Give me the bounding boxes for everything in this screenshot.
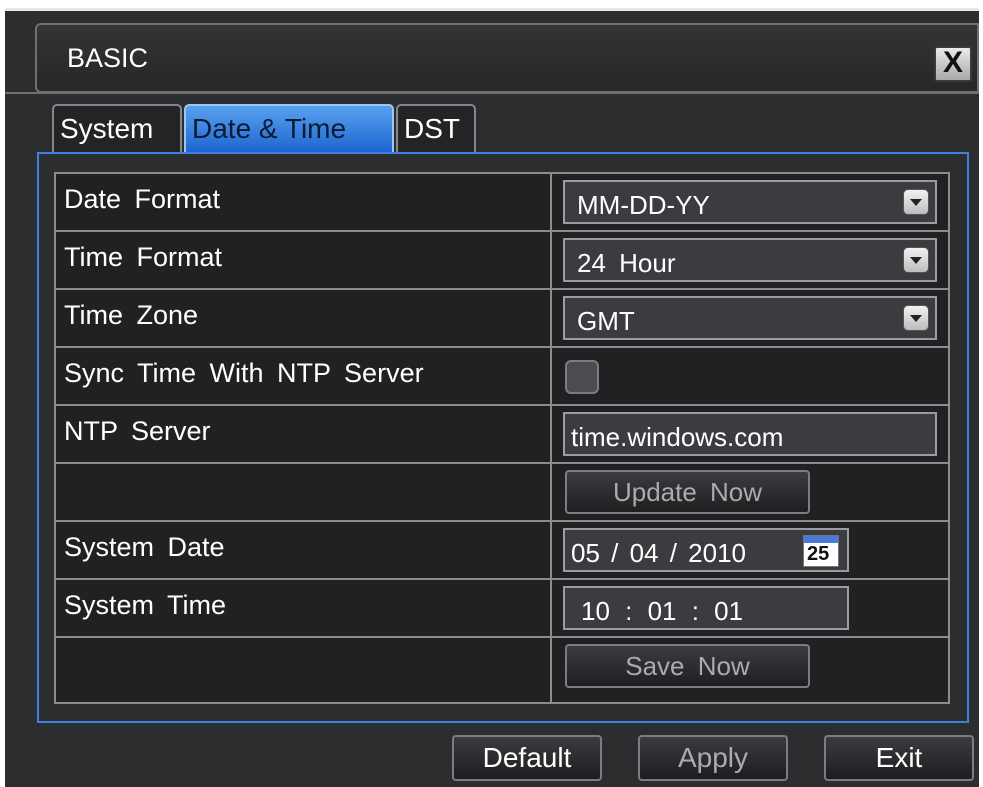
ntp-server-input[interactable]: time.windows.com [563,412,937,456]
time-format-value: 24 Hour [577,248,676,278]
row-ntp-sync: Sync Time With NTP Server [56,348,948,406]
empty-label [56,638,552,702]
chevron-down-icon[interactable] [903,305,929,331]
dvr-settings-window: BASIC X System Date & Time DST Date Form… [0,0,983,787]
row-save-now: Save Now [56,638,948,702]
tab-dst[interactable]: DST [396,104,476,154]
time-zone-label: Time Zone [56,290,552,346]
row-ntp-server: NTP Server time.windows.com [56,406,948,464]
ntp-sync-checkbox[interactable] [565,360,599,394]
close-button[interactable]: X [934,46,972,82]
row-system-date: System Date 05 / 04 / 2010 25 [56,522,948,580]
row-update-now: Update Now [56,464,948,522]
ntp-server-label: NTP Server [56,406,552,462]
time-format-label: Time Format [56,232,552,288]
row-date-format: Date Format MM-DD-YY [56,174,948,232]
title-bar: BASIC X [35,23,979,93]
system-date-label: System Date [56,522,552,578]
dialog-title: BASIC [67,43,149,73]
time-zone-value: GMT [577,306,635,336]
date-format-select[interactable]: MM-DD-YY [563,180,937,224]
save-now-button[interactable]: Save Now [565,644,810,688]
system-time-label: System Time [56,580,552,636]
system-time-input[interactable]: 10 : 01 : 01 [563,586,849,630]
system-time-value: 10 : 01 : 01 [581,596,744,626]
exit-button[interactable]: Exit [824,735,974,781]
divider [5,92,979,94]
ntp-sync-label: Sync Time With NTP Server [56,348,552,404]
date-format-value: MM-DD-YY [577,190,710,220]
tab-system[interactable]: System [52,104,182,154]
tab-date-time[interactable]: Date & Time [184,104,394,154]
row-time-zone: Time Zone GMT [56,290,948,348]
chevron-down-icon[interactable] [903,189,929,215]
system-date-input[interactable]: 05 / 04 / 2010 25 [563,528,849,572]
row-time-format: Time Format 24 Hour [56,232,948,290]
chevron-down-icon[interactable] [903,247,929,273]
calendar-day: 25 [807,543,830,565]
default-button[interactable]: Default [452,735,602,781]
ntp-server-value: time.windows.com [571,422,784,452]
apply-button[interactable]: Apply [638,735,788,781]
calendar-icon[interactable]: 25 [803,535,839,567]
row-system-time: System Time 10 : 01 : 01 [56,580,948,638]
close-icon: X [942,46,963,79]
time-zone-select[interactable]: GMT [563,296,937,340]
empty-label [56,464,552,520]
settings-table: Date Format MM-DD-YY Time Format 24 Hour… [54,172,950,704]
time-format-select[interactable]: 24 Hour [563,238,937,282]
date-format-label: Date Format [56,174,552,230]
calendar-header [804,536,838,543]
update-now-button[interactable]: Update Now [565,470,810,514]
system-date-value: 05 / 04 / 2010 [571,538,747,568]
